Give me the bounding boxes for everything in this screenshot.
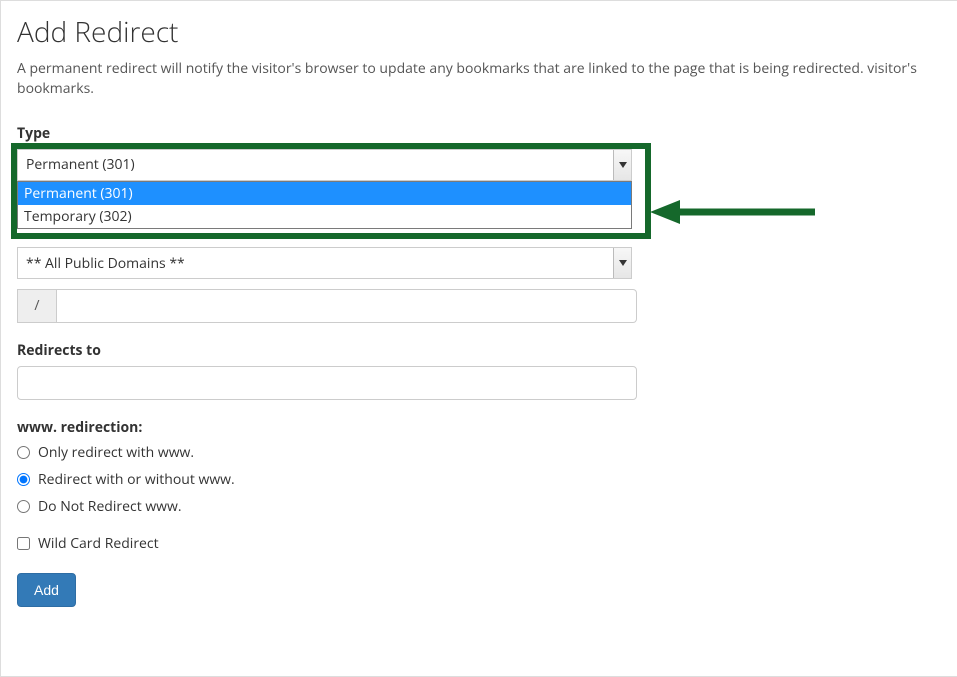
redirects-to-group: Redirects to: [17, 341, 941, 400]
dropdown-arrow-icon[interactable]: [613, 150, 631, 180]
page-description: A permanent redirect will notify the vis…: [17, 59, 941, 100]
www-option-do-not[interactable]: Do Not Redirect www.: [17, 497, 941, 516]
www-radio-only-with[interactable]: [17, 446, 30, 459]
dropdown-arrow-icon[interactable]: [613, 248, 631, 278]
type-option-permanent[interactable]: Permanent (301): [18, 182, 631, 205]
type-dropdown-list[interactable]: Permanent (301) Temporary (302): [17, 181, 632, 229]
type-label: Type: [17, 124, 941, 143]
path-input[interactable]: [57, 289, 637, 323]
wildcard-label: Wild Card Redirect: [38, 534, 159, 553]
www-radio-with-or-without[interactable]: [17, 473, 30, 486]
redirects-to-label: Redirects to: [17, 341, 941, 360]
www-option-label: Redirect with or without www.: [38, 470, 235, 489]
www-radio-do-not[interactable]: [17, 500, 30, 513]
www-redirection-label: www. redirection:: [17, 418, 941, 437]
www-option-label: Do Not Redirect www.: [38, 497, 182, 516]
path-prefix: /: [17, 289, 57, 323]
www-option-with-or-without[interactable]: Redirect with or without www.: [17, 470, 941, 489]
wildcard-checkbox[interactable]: [17, 537, 30, 550]
www-option-only-with[interactable]: Only redirect with www.: [17, 443, 941, 462]
www-redirection-group: www. redirection: Only redirect with www…: [17, 418, 941, 516]
add-redirect-panel: Add Redirect A permanent redirect will n…: [0, 0, 957, 677]
domain-select[interactable]: ** All Public Domains **: [17, 247, 632, 279]
www-option-label: Only redirect with www.: [38, 443, 194, 462]
domain-selected-value: ** All Public Domains **: [26, 254, 185, 273]
redirects-to-input[interactable]: [17, 366, 637, 400]
type-selected-value: Permanent (301): [26, 155, 135, 174]
type-select[interactable]: Permanent (301): [17, 149, 632, 181]
path-form-group: /: [17, 289, 941, 323]
add-button[interactable]: Add: [17, 573, 76, 607]
type-option-temporary[interactable]: Temporary (302): [18, 205, 631, 228]
wildcard-row[interactable]: Wild Card Redirect: [17, 534, 941, 553]
page-title: Add Redirect: [17, 13, 941, 51]
type-form-group: Type Permanent (301) Permanent (301) Tem…: [17, 124, 941, 181]
